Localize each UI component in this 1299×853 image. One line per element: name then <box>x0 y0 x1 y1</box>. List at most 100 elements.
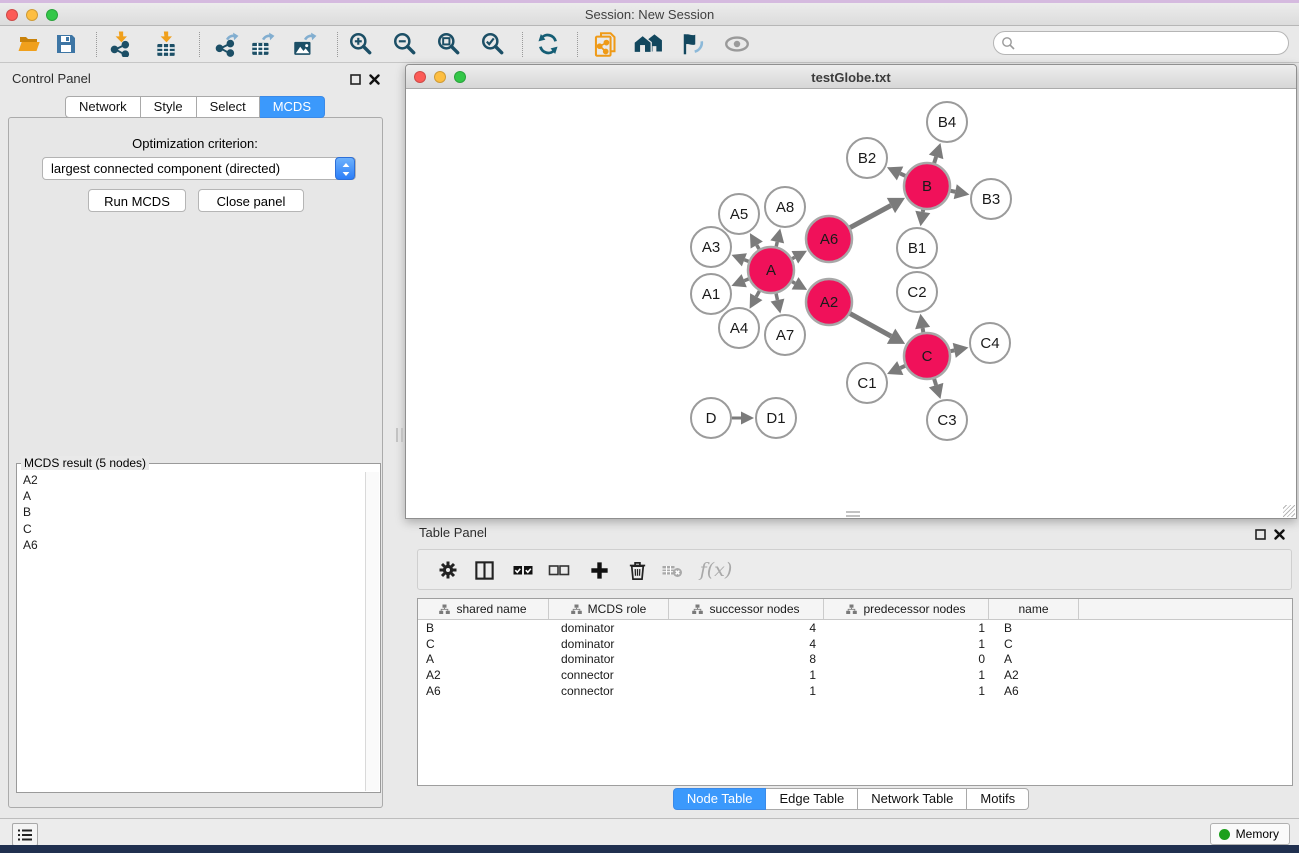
graph-node-C4[interactable]: C4 <box>970 323 1010 363</box>
table-cell[interactable]: C <box>989 637 1079 651</box>
tab-network-table[interactable]: Network Table <box>858 788 967 810</box>
task-history-button[interactable] <box>12 823 38 846</box>
zoom-in-icon[interactable] <box>346 30 376 58</box>
graph-node-A5[interactable]: A5 <box>719 194 759 234</box>
graph-node-D[interactable]: D <box>691 398 731 438</box>
tab-motifs[interactable]: Motifs <box>967 788 1029 810</box>
table-row[interactable]: A2connector11A2 <box>418 667 1292 683</box>
graph-node-A[interactable]: A <box>748 247 794 293</box>
float-panel-icon[interactable] <box>350 72 361 90</box>
graph-node-B3[interactable]: B3 <box>971 179 1011 219</box>
table-cell[interactable]: 1 <box>824 668 989 682</box>
tab-network[interactable]: Network <box>65 96 141 118</box>
close-panel-icon[interactable] <box>1274 527 1285 545</box>
network-graph[interactable]: B4B2BB3A8A5A6A3B1AC2A1A2A4A7C4CC1DD1C3 <box>406 89 1296 518</box>
table-cell[interactable]: dominator <box>549 652 669 666</box>
table-cell[interactable]: C <box>418 637 549 651</box>
table-row[interactable]: Cdominator41C <box>418 636 1292 652</box>
zoom-selected-icon[interactable] <box>478 30 508 58</box>
graph-edge-C-C2[interactable] <box>923 328 924 332</box>
search-input[interactable] <box>1020 34 1280 52</box>
graph-edge-A6-B[interactable] <box>850 206 891 228</box>
hide-graphics-details-icon[interactable] <box>677 30 707 58</box>
table-settings-icon[interactable] <box>434 557 462 583</box>
graph-node-B[interactable]: B <box>904 163 950 209</box>
tab-mcds[interactable]: MCDS <box>260 96 325 118</box>
function-builder-icon[interactable]: f(x) <box>696 557 736 583</box>
table-cell[interactable]: 1 <box>669 668 824 682</box>
table-cell[interactable]: dominator <box>549 637 669 651</box>
table-cell[interactable]: 1 <box>824 684 989 698</box>
table-row[interactable]: Bdominator41B <box>418 620 1292 636</box>
export-table-icon[interactable] <box>247 30 277 58</box>
table-cell[interactable]: 1 <box>824 621 989 635</box>
close-panel-button[interactable]: Close panel <box>198 189 304 212</box>
tab-select[interactable]: Select <box>197 96 260 118</box>
graph-edge-A2-C[interactable] <box>850 314 891 337</box>
table-cell[interactable]: 0 <box>824 652 989 666</box>
graph-node-C2[interactable]: C2 <box>897 272 937 312</box>
tab-style[interactable]: Style <box>141 96 197 118</box>
zoom-fit-icon[interactable] <box>434 30 464 58</box>
column-header-successor-nodes[interactable]: successor nodes <box>669 599 824 619</box>
table-cell[interactable]: A6 <box>418 684 549 698</box>
table-cell[interactable]: A2 <box>989 668 1079 682</box>
graph-node-A6[interactable]: A6 <box>806 216 852 262</box>
mcds-result-item[interactable]: B <box>18 504 365 520</box>
refresh-view-icon[interactable] <box>533 30 563 58</box>
graph-node-B4[interactable]: B4 <box>927 102 967 142</box>
graph-edge-A-A4[interactable] <box>756 291 759 297</box>
export-network-icon[interactable] <box>211 30 241 58</box>
table-cell[interactable]: 4 <box>669 637 824 651</box>
import-table-icon[interactable] <box>151 30 181 58</box>
table-cell[interactable]: A2 <box>418 668 549 682</box>
export-image-icon[interactable] <box>289 30 319 58</box>
window-resize-grip[interactable] <box>1283 505 1295 517</box>
table-cell[interactable]: B <box>989 621 1079 635</box>
import-network-icon[interactable] <box>106 30 136 58</box>
graph-edge-B-B3[interactable] <box>951 191 956 192</box>
graph-node-C1[interactable]: C1 <box>847 363 887 403</box>
graph-node-C[interactable]: C <box>904 333 950 379</box>
table-cell[interactable]: A6 <box>989 684 1079 698</box>
mcds-result-item[interactable]: A2 <box>18 472 365 488</box>
close-panel-icon[interactable] <box>369 72 380 90</box>
graph-edge-C-C1[interactable] <box>900 366 905 368</box>
table-cell[interactable]: 1 <box>824 637 989 651</box>
table-cell[interactable]: A <box>418 652 549 666</box>
graph-node-A7[interactable]: A7 <box>765 315 805 355</box>
network-home-icon[interactable] <box>633 30 663 58</box>
graph-edge-A-A7[interactable] <box>776 293 777 300</box>
graph-node-A8[interactable]: A8 <box>765 187 805 227</box>
table-cell[interactable]: A <box>989 652 1079 666</box>
column-header-shared-name[interactable]: shared name <box>418 599 549 619</box>
graph-node-A4[interactable]: A4 <box>719 308 759 348</box>
column-header-mcds-role[interactable]: MCDS role <box>549 599 669 619</box>
graph-edge-A-A6[interactable] <box>792 257 795 258</box>
graph-node-D1[interactable]: D1 <box>756 398 796 438</box>
table-cell[interactable]: connector <box>549 684 669 698</box>
table-cell[interactable]: dominator <box>549 621 669 635</box>
graph-edge-C-C3[interactable] <box>934 379 936 385</box>
graph-node-A1[interactable]: A1 <box>691 274 731 314</box>
graph-node-A2[interactable]: A2 <box>806 279 852 325</box>
table-cell[interactable]: B <box>418 621 549 635</box>
graph-edge-C-C4[interactable] <box>951 350 955 351</box>
tab-edge-table[interactable]: Edge Table <box>766 788 858 810</box>
table-cell[interactable]: 4 <box>669 621 824 635</box>
graph-node-B1[interactable]: B1 <box>897 228 937 268</box>
graph-edge-A-A8[interactable] <box>776 242 777 247</box>
graph-node-A3[interactable]: A3 <box>691 227 731 267</box>
mcds-list-scrollbar[interactable] <box>365 472 379 791</box>
network-canvas[interactable]: B4B2BB3A8A5A6A3B1AC2A1A2A4A7C4CC1DD1C3 <box>406 89 1296 518</box>
float-panel-icon[interactable] <box>1255 527 1266 545</box>
table-cell[interactable]: 8 <box>669 652 824 666</box>
graph-node-B2[interactable]: B2 <box>847 138 887 178</box>
graph-edge-B-B2[interactable] <box>900 173 905 175</box>
vertical-splitter-grip[interactable] <box>396 428 403 442</box>
column-header-name[interactable]: name <box>989 599 1079 619</box>
network-window-titlebar[interactable]: testGlobe.txt <box>406 65 1296 89</box>
select-all-icon[interactable] <box>509 557 537 583</box>
add-column-icon[interactable] <box>585 557 613 583</box>
mcds-result-list[interactable]: A2ABCA6 <box>18 472 365 791</box>
